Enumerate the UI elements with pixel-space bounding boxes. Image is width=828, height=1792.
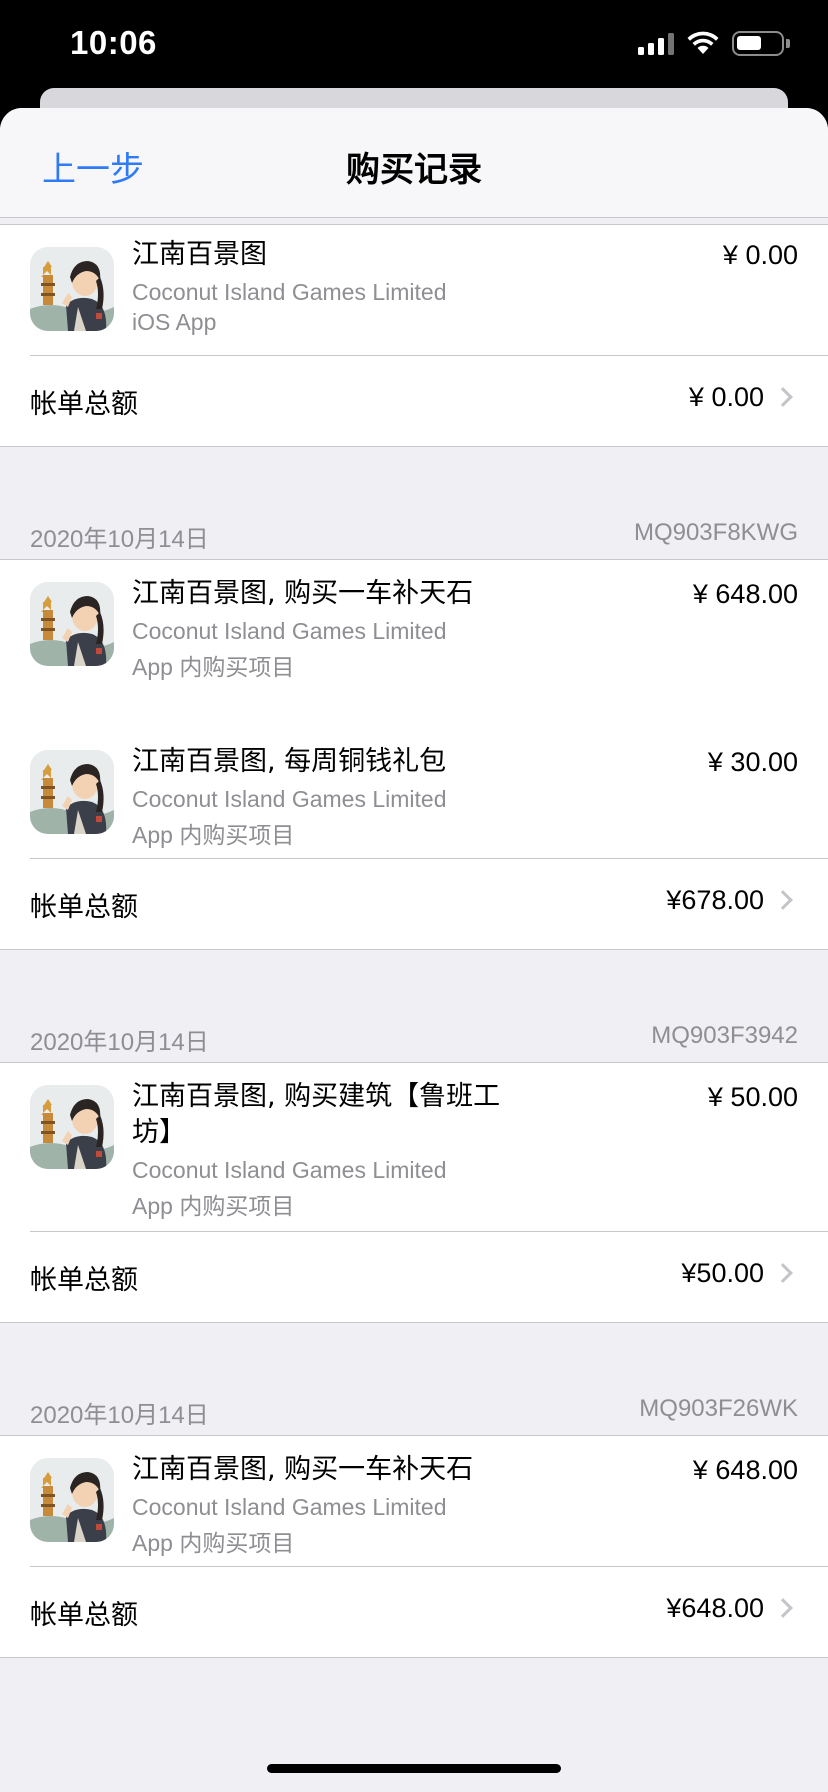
chevron-right-icon [773,890,793,910]
page-title: 购买记录 [346,150,482,190]
chevron-right-icon [773,1263,793,1283]
order-group: 江南百景图 Coconut Island Games Limited iOS A… [0,224,828,447]
order-group: 江南百景图, 购买一车补天石 Coconut Island Games Limi… [0,1435,828,1658]
total-label: 帐单总额 [30,892,138,923]
purchase-item[interactable]: 江南百景图 Coconut Island Games Limited iOS A… [0,225,828,355]
order-date: 2020年10月14日 [30,526,209,553]
home-indicator[interactable] [267,1764,561,1773]
total-amount: ¥50.00 [681,1258,764,1288]
screen: 10:06 上一步 购买记录 江南百景图 Coconut Island Game… [0,0,828,1792]
item-developer: Coconut Island Games Limited [132,618,447,644]
status-bar: 10:06 [0,0,828,90]
item-type: App 内购买项目 [132,822,295,848]
item-price: ¥ 30.00 [707,747,798,777]
status-time: 10:06 [70,24,157,61]
navigation-bar: 上一步 购买记录 [0,108,828,218]
purchase-list: 江南百景图 Coconut Island Games Limited iOS A… [0,218,828,1658]
item-type: iOS App [132,309,217,335]
battery-icon [732,30,790,56]
order-total-row[interactable]: 帐单总额 ¥648.00 [0,1567,828,1657]
item-type: App 内购买项目 [132,654,295,680]
total-label: 帐单总额 [30,1265,138,1296]
item-price: ¥ 50.00 [707,1082,798,1112]
total-label: 帐单总额 [30,1600,138,1631]
signal-icon [638,31,674,55]
item-title: 江南百景图, 每周铜钱礼包 [132,746,447,777]
app-icon [30,1085,114,1169]
purchase-history-sheet: 上一步 购买记录 江南百景图 Coconut Island Games Limi… [0,108,828,1792]
order-total-row[interactable]: 帐单总额 ¥50.00 [0,1232,828,1322]
total-amount: ¥678.00 [666,885,764,915]
app-icon [30,1458,114,1542]
order-id: MQ903F8KWG [633,519,798,546]
item-developer: Coconut Island Games Limited [132,1157,447,1183]
order-id: MQ903F3942 [651,1022,798,1049]
purchase-item[interactable]: 江南百景图, 购买建筑【鲁班工坊】 Coconut Island Games L… [0,1063,828,1231]
app-icon [30,750,114,834]
order-group: 江南百景图, 购买建筑【鲁班工坊】 Coconut Island Games L… [0,1062,828,1323]
status-icons [638,30,790,56]
item-price: ¥ 648.00 [692,1455,798,1485]
chevron-right-icon [773,1598,793,1618]
order-header: 2020年10月14日 MQ903F3942 [0,1022,828,1062]
item-title: 江南百景图, 购买一车补天石 [132,1454,474,1485]
app-icon [30,247,114,331]
wifi-icon [687,31,719,54]
item-price: ¥ 648.00 [692,579,798,609]
purchase-item[interactable]: 江南百景图, 每周铜钱礼包 Coconut Island Games Limit… [0,728,828,858]
order-id: MQ903F26WK [639,1395,798,1422]
total-label: 帐单总额 [30,389,138,420]
chevron-right-icon [773,387,793,407]
total-amount: ¥648.00 [666,1593,764,1623]
item-type: App 内购买项目 [132,1530,295,1556]
item-title: 江南百景图 [132,239,267,270]
order-header: 2020年10月14日 MQ903F8KWG [0,519,828,559]
order-header: 2020年10月14日 MQ903F26WK [0,1395,828,1435]
item-developer: Coconut Island Games Limited [132,786,447,812]
order-group: 江南百景图, 购买一车补天石 Coconut Island Games Limi… [0,559,828,950]
app-icon [30,582,114,666]
item-type: App 内购买项目 [132,1193,295,1219]
purchase-item[interactable]: 江南百景图, 购买一车补天石 Coconut Island Games Limi… [0,1436,828,1566]
total-amount: ¥ 0.00 [688,382,764,412]
order-total-row[interactable]: 帐单总额 ¥678.00 [0,859,828,949]
item-developer: Coconut Island Games Limited [132,279,447,305]
purchase-item[interactable]: 江南百景图, 购买一车补天石 Coconut Island Games Limi… [0,560,828,728]
item-title: 江南百景图, 购买一车补天石 [132,578,474,609]
order-date: 2020年10月14日 [30,1029,209,1056]
item-developer: Coconut Island Games Limited [132,1494,447,1520]
order-date: 2020年10月14日 [30,1402,209,1429]
item-title: 江南百景图, 购买建筑【鲁班工坊】 [132,1081,501,1148]
order-total-row[interactable]: 帐单总额 ¥ 0.00 [0,356,828,446]
item-price: ¥ 0.00 [722,240,798,270]
